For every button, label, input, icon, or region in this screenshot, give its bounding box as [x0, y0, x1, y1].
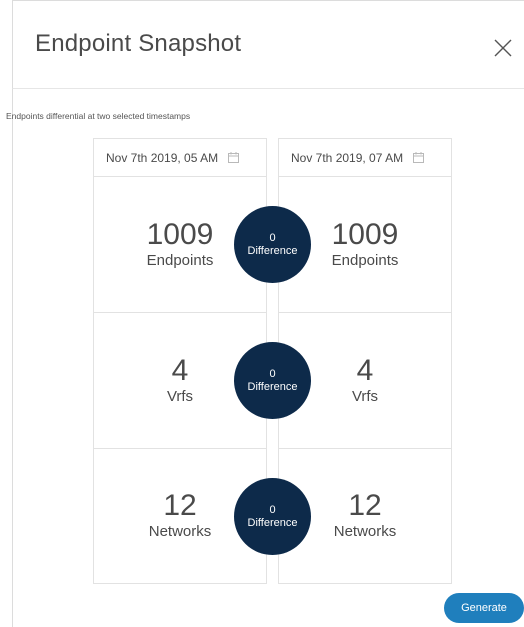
- vrfs-value-end: 4: [356, 353, 374, 387]
- endpoints-difference-badge: 0 Difference: [234, 206, 311, 283]
- end-date-text: Nov 7th 2019, 07 AM: [291, 150, 404, 165]
- generate-button[interactable]: Generate: [444, 593, 524, 623]
- dialog-subtitle: Endpoints differential at two selected t…: [6, 111, 191, 121]
- start-date-text: Nov 7th 2019, 05 AM: [106, 150, 219, 165]
- networks-value-start: 12: [163, 489, 197, 522]
- endpoints-value-start: 1009: [146, 217, 214, 251]
- networks-value-end: 12: [348, 489, 382, 522]
- close-icon: [494, 39, 512, 57]
- vrfs-difference-value: 0: [269, 367, 276, 380]
- endpoints-value-end: 1009: [331, 217, 399, 251]
- vrfs-value-start: 4: [171, 353, 189, 387]
- endpoints-difference-value: 0: [269, 231, 276, 244]
- vrfs-difference-label: Difference: [247, 380, 298, 393]
- endpoints-difference-label: Difference: [247, 244, 298, 257]
- close-button[interactable]: [490, 35, 516, 61]
- vrfs-difference-badge: 0 Difference: [234, 342, 311, 419]
- networks-label-start: Networks: [148, 523, 212, 540]
- networks-difference-label: Difference: [247, 516, 298, 529]
- end-date-picker[interactable]: Nov 7th 2019, 07 AM: [279, 139, 451, 177]
- endpoints-label-start: Endpoints: [146, 251, 214, 269]
- dialog-header: Endpoint Snapshot: [12, 10, 524, 89]
- vrfs-label-start: Vrfs: [166, 387, 194, 405]
- dialog-body-border: [12, 89, 13, 627]
- start-date-picker[interactable]: Nov 7th 2019, 05 AM: [94, 139, 266, 177]
- networks-difference-value: 0: [269, 503, 276, 516]
- calendar-icon: [413, 152, 425, 163]
- networks-label-end: Networks: [333, 523, 397, 540]
- dialog-title: Endpoint Snapshot: [35, 30, 242, 57]
- calendar-icon: [228, 152, 240, 163]
- vrfs-label-end: Vrfs: [351, 387, 379, 405]
- networks-difference-badge: 0 Difference: [234, 478, 311, 555]
- endpoints-label-end: Endpoints: [331, 251, 399, 269]
